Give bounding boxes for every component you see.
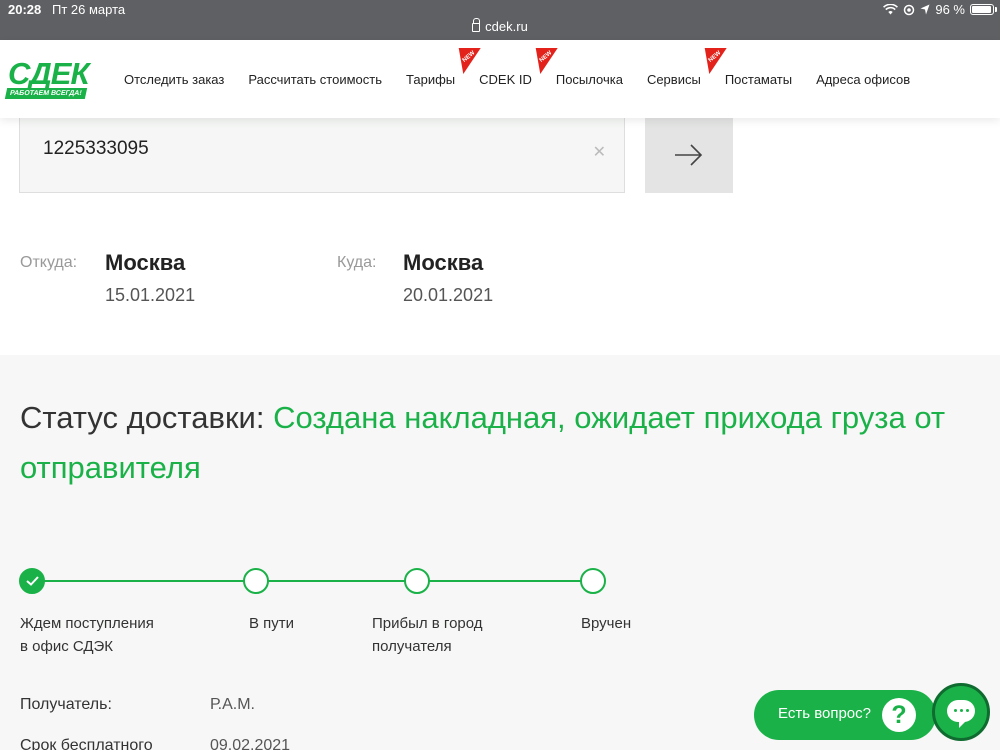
address-url: cdek.ru [485,19,528,34]
step-node-delivered [580,568,606,594]
question-icon: ? [882,698,916,732]
lock-icon [472,18,481,32]
free-storage-label: Срок бесплатного [20,737,153,750]
new-badge: NEW [535,47,563,74]
site-header: СДЕК РАБОТАЕМ ВСЕГДА! Отследить заказ Ра… [0,40,1000,118]
ios-status-bar: 20:28 Пт 26 марта cdek.ru 96 % [0,0,1000,40]
nav-item-posylochka[interactable]: NEW Посылочка [535,47,635,87]
orientation-lock-icon [904,4,915,15]
battery-percent: 96 % [935,2,965,17]
status-prefix: Статус доставки: [20,400,274,435]
main-nav: Отследить заказ Рассчитать стоимость Тар… [112,40,922,118]
step-label-arrived: Прибыл в город получателя [372,615,483,655]
ask-question-button[interactable]: Есть вопрос? ? [754,690,936,740]
step-node-arrived [404,568,430,594]
nav-item-office-addresses[interactable]: Адреса офисов [804,72,922,87]
nav-item-track-order[interactable]: Отследить заказ [112,72,236,87]
ask-question-label: Есть вопрос? [778,705,871,722]
from-date: 15.01.2021 [105,285,196,305]
status-indicators: 96 % [883,2,997,17]
close-icon[interactable]: ✕ [593,142,606,162]
wifi-icon [883,4,899,15]
to-label: Куда: [337,254,377,271]
recipient-value: Р.А.М. [210,696,255,713]
free-storage-value: 09.02.2021 [210,737,291,750]
progress-track [32,580,592,582]
cdek-logo[interactable]: СДЕК РАБОТАЕМ ВСЕГДА! [4,56,100,102]
status-time: 20:28 [8,2,42,17]
arrow-right-icon [675,144,703,166]
from-label: Откуда: [20,254,78,271]
track-submit-button[interactable] [645,118,733,193]
from-city: Москва [105,250,186,275]
recipient-label: Получатель: [20,696,112,713]
location-icon [920,4,930,15]
delivery-status-title: Статус доставки: Создана накладная, ожид… [20,393,995,493]
logo-wordmark: СДЕК [8,56,90,91]
nav-item-tariffs[interactable]: Тарифы [394,72,467,87]
check-icon [26,576,39,586]
nav-item-postamats[interactable]: NEW Постаматы [704,47,804,87]
tracking-number-value[interactable]: 1225333095 [43,138,149,160]
chat-open-button[interactable] [932,683,990,741]
step-label-delivered: Вручен [581,615,632,632]
tracking-number-input[interactable]: 1225333095 ✕ [19,118,625,193]
new-badge: NEW [458,47,486,74]
status-date: Пт 26 марта [52,2,126,17]
address-bar[interactable]: cdek.ru [0,18,1000,34]
step-node-in-transit [243,568,269,594]
new-badge: NEW [704,47,732,74]
nav-item-calculate-cost[interactable]: Рассчитать стоимость [236,72,394,87]
to-city: Москва [403,250,484,275]
nav-item-cdek-id[interactable]: NEW CDEK ID [458,47,544,87]
chat-bubble-icon [947,700,975,728]
battery-icon [970,4,997,15]
step-label-waiting: Ждем поступления в офис СДЭК [20,615,154,655]
nav-item-services[interactable]: Сервисы [635,72,713,87]
to-date: 20.01.2021 [403,285,494,305]
step-label-in-transit: В пути [249,615,295,632]
logo-tagline: РАБОТАЕМ ВСЕГДА! [4,88,87,99]
step-node-waiting [19,568,45,594]
